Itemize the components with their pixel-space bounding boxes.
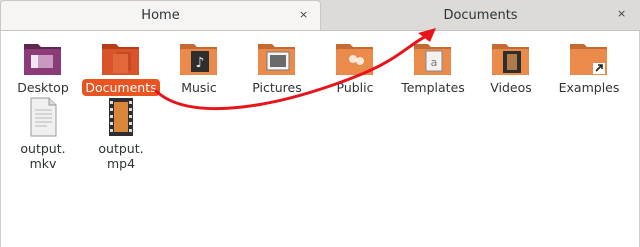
file-item-music[interactable]: ♪ Music — [160, 39, 238, 96]
file-label-line2: mp4 — [106, 156, 136, 171]
tab-home-label: Home — [141, 8, 180, 23]
file-item-output-mkv[interactable]: output. mkv — [4, 96, 82, 172]
documents-folder-icon — [102, 44, 139, 75]
file-label: Examples — [558, 80, 620, 95]
text-file-icon — [30, 97, 57, 137]
file-label: output. mp4 — [95, 140, 146, 172]
music-folder-icon: ♪ — [180, 44, 217, 75]
templates-folder-icon: a — [414, 44, 451, 75]
file-item-documents[interactable]: Documents — [82, 39, 160, 96]
file-label: Pictures — [252, 80, 302, 95]
videos-folder-icon — [492, 44, 529, 75]
file-label: output. mkv — [17, 140, 68, 172]
svg-text:a: a — [431, 56, 438, 69]
file-label: Desktop — [17, 80, 69, 95]
examples-folder-icon — [570, 44, 607, 75]
tab-documents[interactable]: Documents × — [321, 0, 640, 30]
public-folder-icon — [336, 44, 373, 75]
file-label: Music — [181, 80, 217, 95]
file-label: Templates — [401, 80, 465, 95]
file-item-templates[interactable]: a Templates — [394, 39, 472, 96]
file-label: Videos — [490, 80, 532, 95]
file-item-pictures[interactable]: Pictures — [238, 39, 316, 96]
svg-text:♪: ♪ — [196, 55, 205, 71]
tab-home-close-icon[interactable]: × — [299, 9, 308, 21]
pictures-folder-icon — [258, 44, 295, 75]
file-label: Public — [336, 80, 374, 95]
video-file-icon — [109, 98, 133, 136]
tab-documents-label: Documents — [443, 7, 518, 23]
tab-home[interactable]: Home × — [0, 0, 321, 30]
desktop-folder-icon — [24, 44, 61, 75]
file-view[interactable]: Desktop Documents ♪ Music Pictures Publi… — [0, 31, 640, 247]
file-item-videos[interactable]: Videos — [472, 39, 550, 96]
file-item-public[interactable]: Public — [316, 39, 394, 96]
file-item-output-mp4[interactable]: output. mp4 — [82, 96, 160, 172]
tab-bar: Home × Documents × — [0, 0, 640, 31]
file-item-examples[interactable]: Examples — [550, 39, 628, 96]
tab-documents-close-icon[interactable]: × — [617, 8, 626, 20]
file-label-line1: output. — [20, 141, 66, 156]
file-label-line2: mkv — [29, 156, 57, 171]
file-label-line1: output. — [98, 141, 144, 156]
file-item-desktop[interactable]: Desktop — [4, 39, 82, 96]
file-label: Documents — [82, 79, 160, 96]
